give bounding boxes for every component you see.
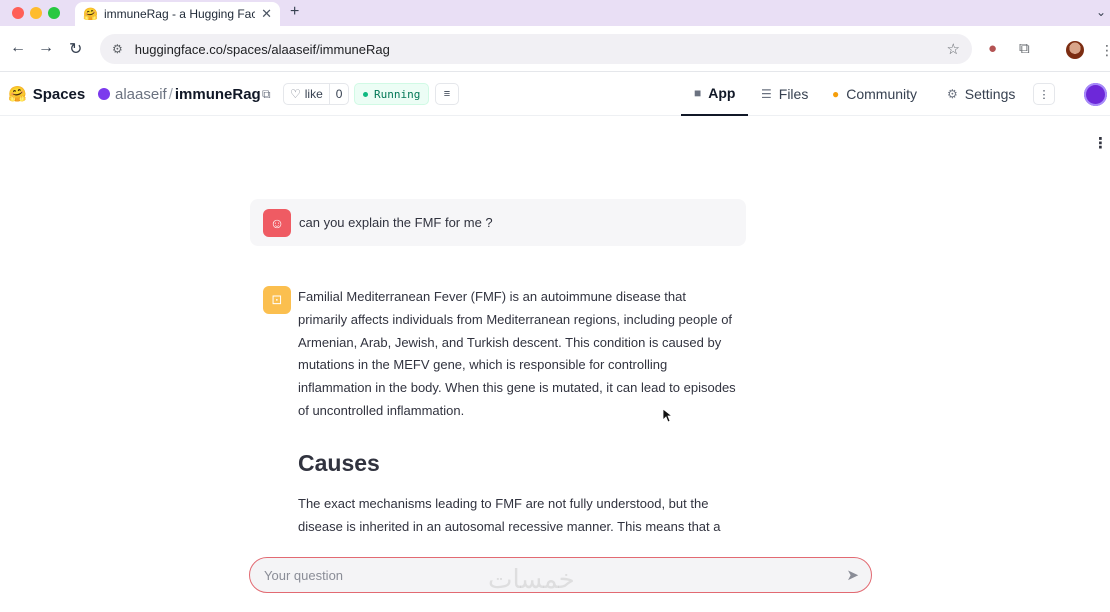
tab-title: immuneRag - a Hugging Face	[103, 7, 256, 21]
tab-search-chevron-icon[interactable]: ⌄	[1096, 5, 1106, 19]
spaces-logo[interactable]: 🤗 Spaces	[8, 72, 85, 116]
cube-icon: ■	[694, 86, 702, 100]
mouse-cursor-icon	[663, 409, 673, 423]
minimize-window-button[interactable]	[30, 7, 42, 19]
hugging-face-favicon-icon: 🤗	[83, 7, 98, 21]
owner-link[interactable]: alaaseif	[115, 86, 167, 103]
owner-avatar	[98, 88, 110, 100]
gear-icon: ⚙	[947, 87, 958, 101]
community-icon: ●	[832, 87, 840, 101]
watermark-logo: خمسات	[488, 565, 575, 595]
heart-icon: ♡	[290, 87, 301, 101]
tab-files[interactable]: ☰ Files	[761, 72, 808, 116]
hugging-face-logo-icon: 🤗	[8, 86, 27, 103]
repo-link[interactable]: immuneRag	[175, 86, 261, 103]
tab-community-label: Community	[846, 86, 918, 102]
tab-settings[interactable]: ⚙ Settings	[947, 72, 1015, 116]
forward-icon[interactable]: →	[38, 39, 54, 57]
chat-scroll-area[interactable]: ⊡ Familial Mediterranean Fever (FMF) is …	[0, 286, 1110, 542]
extension-icon[interactable]: ●	[988, 40, 997, 57]
close-window-button[interactable]	[12, 7, 24, 19]
send-icon[interactable]: ➤	[846, 566, 859, 584]
tab-app-label: App	[708, 85, 736, 101]
browser-toolbar: ← → ↻ ⚙ huggingface.co/spaces/alaaseif/i…	[0, 26, 1110, 72]
profile-avatar[interactable]	[1066, 41, 1084, 59]
user-message-text: can you explain the FMF for me ?	[299, 215, 493, 230]
back-icon[interactable]: ←	[10, 39, 26, 57]
app-menu-icon[interactable]: ⋮	[1093, 134, 1108, 152]
path-separator: /	[168, 85, 173, 103]
like-count: 0	[328, 84, 349, 104]
bookmark-star-icon[interactable]: ☆	[947, 40, 960, 58]
tab-app[interactable]: ■ App	[681, 72, 748, 116]
new-tab-icon[interactable]: +	[290, 3, 299, 21]
puzzle-extensions-icon[interactable]: ⧉	[1019, 40, 1030, 57]
maximize-window-button[interactable]	[48, 7, 60, 19]
repo-path: alaaseif / immuneRag	[98, 72, 261, 116]
tab-community[interactable]: ● Community	[832, 72, 917, 116]
assistant-heading: Causes	[298, 449, 380, 476]
user-message: ☺ can you explain the FMF for me ?	[250, 199, 746, 246]
tab-files-label: Files	[778, 86, 809, 102]
site-settings-icon[interactable]: ⚙	[112, 42, 123, 56]
assistant-avatar-icon: ⊡	[263, 286, 291, 314]
url-text: huggingface.co/spaces/alaaseif/immuneRag	[134, 41, 390, 57]
browser-menu-icon[interactable]: ⋮	[1100, 42, 1110, 59]
status-badge: Running	[354, 83, 430, 105]
close-tab-icon[interactable]: ✕	[261, 6, 272, 22]
logs-icon[interactable]: ≡	[435, 83, 459, 105]
browser-tab-strip: 🤗 immuneRag - a Hugging Face ✕ + ⌄	[0, 0, 1110, 26]
more-options-icon[interactable]: ⋮	[1033, 83, 1055, 105]
spaces-label: Spaces	[32, 85, 86, 103]
browser-tab[interactable]: 🤗 immuneRag - a Hugging Face ✕	[75, 2, 280, 26]
files-icon: ☰	[761, 87, 772, 101]
assistant-paragraph: The exact mechanisms leading to FMF are …	[298, 495, 721, 542]
hf-header: 🤗 Spaces alaaseif / immuneRag ⧉ ♡ like 0 …	[0, 72, 1110, 116]
user-avatar-icon: ☺	[263, 208, 291, 237]
assistant-paragraph: Familial Mediterranean Fever (FMF) is an…	[298, 289, 736, 418]
copy-icon[interactable]: ⧉	[262, 72, 271, 116]
address-bar[interactable]: ⚙ huggingface.co/spaces/alaaseif/immuneR…	[100, 34, 972, 64]
like-button[interactable]: ♡ like 0	[283, 83, 350, 105]
like-label: like	[304, 87, 323, 101]
status-text: Running	[374, 87, 421, 101]
reload-icon[interactable]: ↻	[69, 39, 82, 59]
tab-settings-label: Settings	[964, 86, 1016, 102]
status-dot	[363, 91, 368, 97]
user-avatar[interactable]	[1084, 83, 1107, 106]
